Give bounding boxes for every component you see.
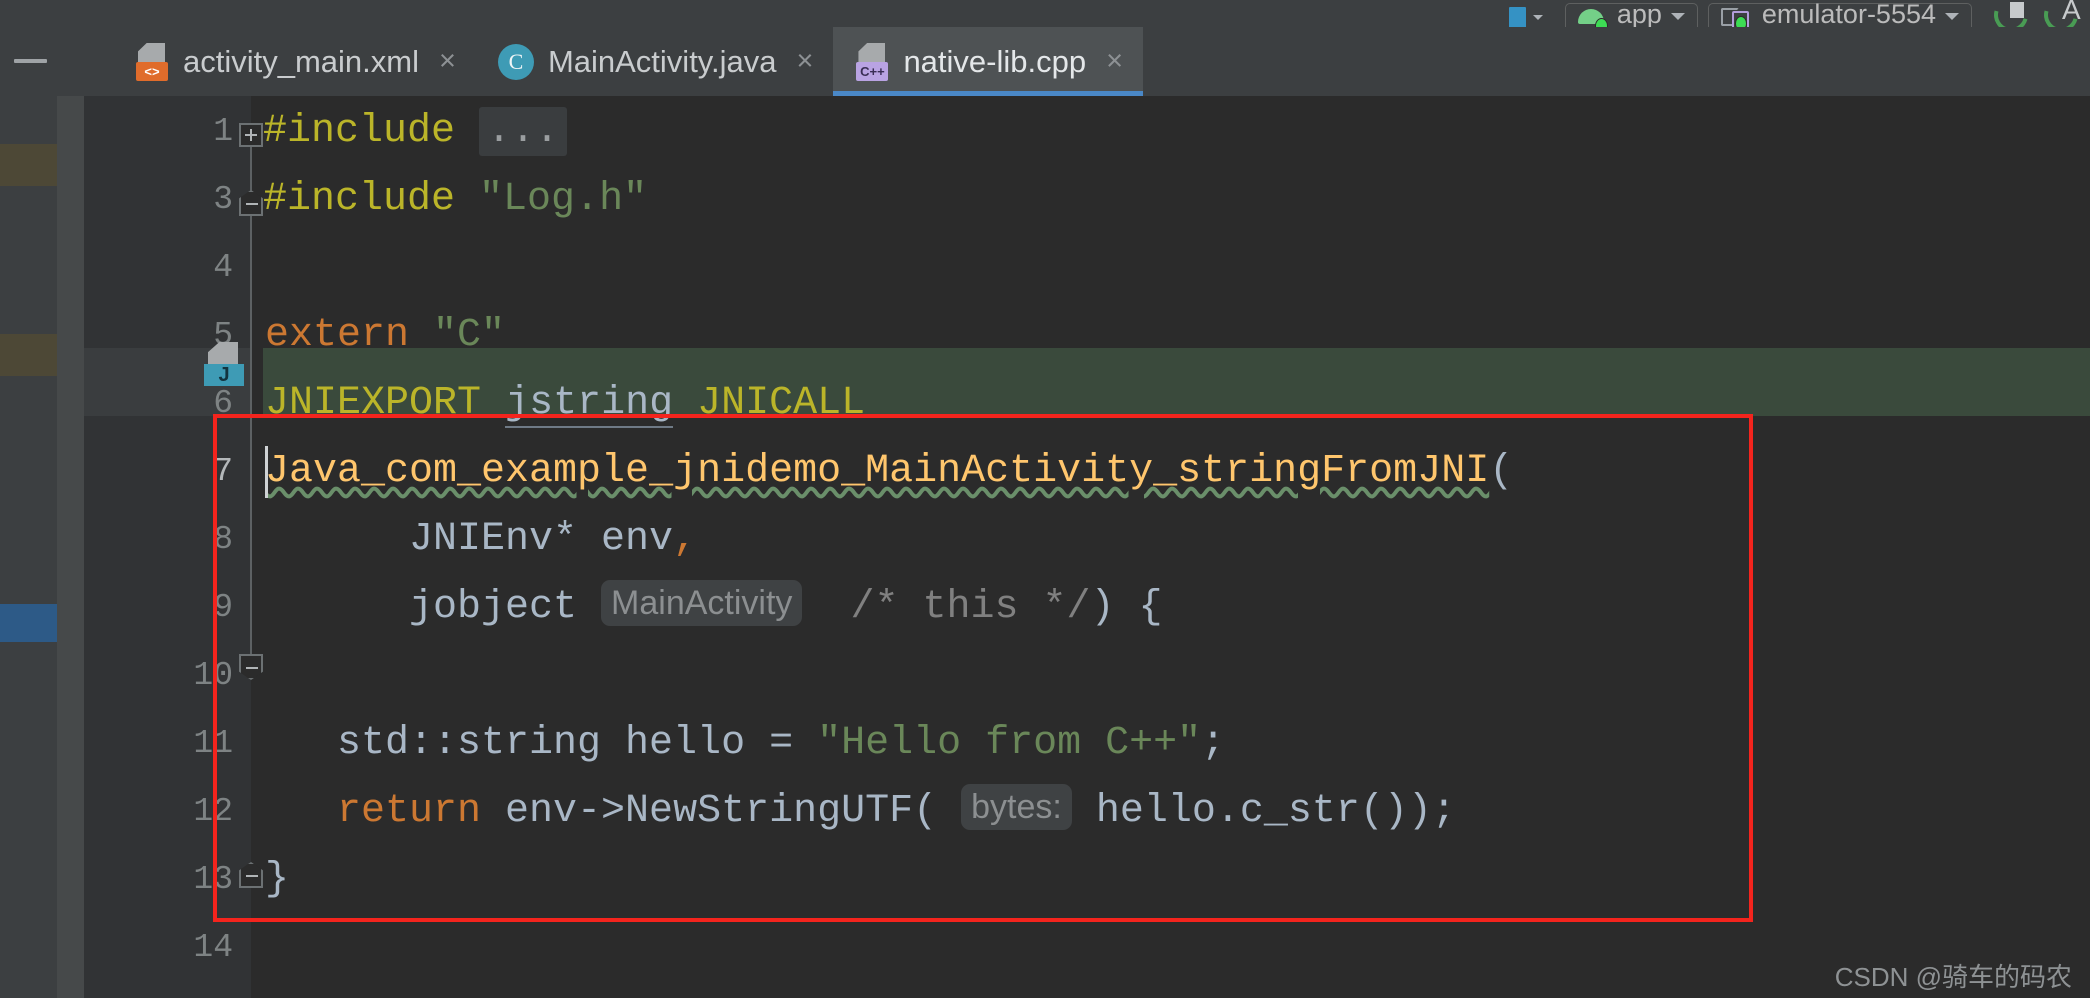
device-selector-label: emulator-5554 bbox=[1761, 0, 1936, 27]
device-icon bbox=[1720, 7, 1753, 27]
editor-scroll-strip[interactable] bbox=[57, 96, 84, 998]
code-line-5[interactable]: extern "C" bbox=[265, 302, 505, 370]
tab-activity-main-xml[interactable]: <> activity_main.xml × bbox=[113, 27, 476, 96]
tool-window-stripe-top bbox=[0, 27, 113, 96]
code-token-call-args: hello.c_str()); bbox=[1071, 789, 1456, 834]
close-icon[interactable]: × bbox=[439, 47, 456, 76]
code-token-function-name: Java_com_example_jnidemo_MainActivity_st… bbox=[265, 449, 1490, 494]
code-token-parameter: JNIEnv* env bbox=[409, 517, 674, 562]
tab-label: activity_main.xml bbox=[183, 44, 419, 79]
fold-collapse-icon-top[interactable] bbox=[239, 190, 263, 216]
code-token-punctuation: ; bbox=[1201, 721, 1226, 766]
code-token-declaration: std::string hello = bbox=[337, 721, 818, 766]
line-number: 3 bbox=[213, 181, 233, 218]
line-number-current: 7 bbox=[213, 453, 233, 490]
code-line-13[interactable]: } bbox=[265, 846, 289, 914]
code-editor[interactable]: 1 3 4 5 6 7 8 9 10 11 12 13 14 J #includ… bbox=[0, 96, 2090, 998]
line-number: 10 bbox=[193, 657, 233, 694]
text-caret bbox=[265, 446, 268, 498]
line-number: 11 bbox=[193, 725, 233, 762]
code-line-3[interactable]: #include "Log.h" bbox=[263, 166, 647, 234]
line-number: 9 bbox=[213, 589, 233, 626]
xml-file-icon: <> bbox=[135, 42, 169, 81]
code-canvas[interactable]: #include ... #include "Log.h" extern "C"… bbox=[263, 96, 2090, 998]
code-token-macro: JNICALL bbox=[697, 381, 866, 426]
tool-window-stripe-left bbox=[0, 96, 57, 998]
tab-label: native-lib.cpp bbox=[903, 44, 1087, 79]
line-number: 1 bbox=[213, 113, 233, 150]
chevron-down-icon bbox=[1532, 15, 1543, 20]
inlay-hint-parameter[interactable]: bytes: bbox=[961, 784, 1072, 830]
build-variant-icon-button[interactable] bbox=[1497, 0, 1555, 27]
line-number-gutter[interactable]: 1 3 4 5 6 7 8 9 10 11 12 13 14 J bbox=[84, 96, 251, 998]
main-toolbar: app emulator-5554 A bbox=[0, 0, 2090, 27]
chevron-down-icon bbox=[1945, 12, 1959, 20]
close-icon[interactable]: × bbox=[797, 47, 814, 76]
java-file-icon: C bbox=[497, 43, 534, 80]
code-line-9[interactable]: jobject MainActivity /* this */) { bbox=[409, 574, 1163, 642]
code-token-punctuation: , bbox=[673, 517, 698, 562]
change-marker bbox=[0, 604, 57, 642]
line-number: 4 bbox=[213, 249, 233, 286]
fold-line bbox=[250, 216, 252, 656]
line-number: 12 bbox=[193, 793, 233, 830]
line-number: 8 bbox=[213, 521, 233, 558]
change-marker bbox=[0, 144, 57, 186]
module-selector[interactable]: app bbox=[1564, 0, 1698, 27]
cpp-file-icon: C++ bbox=[855, 42, 889, 81]
tab-native-lib-cpp[interactable]: C++ native-lib.cpp × bbox=[833, 27, 1144, 96]
code-token-comment: /* this */ bbox=[850, 585, 1091, 630]
code-line-8[interactable]: JNIEnv* env, bbox=[409, 506, 697, 574]
collapse-icon[interactable] bbox=[14, 59, 47, 63]
fold-collapse-icon-bottom[interactable] bbox=[239, 862, 263, 888]
tab-main-activity-java[interactable]: C MainActivity.java × bbox=[475, 27, 834, 96]
code-token-type: jstring bbox=[505, 381, 674, 428]
chevron-down-icon bbox=[1670, 12, 1685, 20]
fold-collapse-icon-region[interactable] bbox=[239, 654, 263, 680]
code-line-11[interactable]: std::string hello = "Hello from C++"; bbox=[337, 710, 1225, 778]
inlay-hint-parameter[interactable]: MainActivity bbox=[601, 580, 803, 626]
code-token-preprocessor: #include bbox=[263, 109, 456, 154]
code-line-12[interactable]: return env->NewStringUTF( bytes: hello.c… bbox=[337, 778, 1456, 846]
module-selector-label: app bbox=[1616, 0, 1662, 27]
code-token-string: "Hello from C++" bbox=[817, 721, 1202, 766]
code-token-punctuation: ) { bbox=[1090, 585, 1163, 630]
device-selector[interactable]: emulator-5554 bbox=[1707, 0, 1972, 27]
code-token-macro: JNIEXPORT bbox=[265, 381, 482, 426]
folded-placeholder[interactable]: ... bbox=[479, 107, 568, 156]
fold-expand-icon[interactable] bbox=[239, 123, 263, 147]
code-token-keyword: extern bbox=[265, 313, 410, 358]
code-token-preprocessor: #include bbox=[263, 177, 456, 222]
tab-label: MainActivity.java bbox=[547, 44, 777, 79]
code-token-string: "Log.h" bbox=[479, 177, 648, 222]
change-marker bbox=[0, 334, 57, 376]
android-studio-window: app emulator-5554 A <> activity_main.xml… bbox=[0, 0, 2090, 998]
android-icon bbox=[1577, 7, 1608, 27]
code-token-punctuation: ( bbox=[1489, 449, 1514, 494]
close-icon[interactable]: × bbox=[1106, 47, 1123, 76]
code-token-type: jobject bbox=[409, 585, 578, 630]
code-token-brace: } bbox=[265, 857, 290, 902]
code-token-string: "C" bbox=[433, 313, 506, 358]
watermark-text: CSDN @骑车的码农 bbox=[1834, 962, 2072, 992]
line-number: 6 bbox=[213, 385, 233, 422]
build-icon bbox=[1508, 7, 1526, 27]
line-number: 14 bbox=[193, 929, 233, 966]
code-line-7[interactable]: Java_com_example_jnidemo_MainActivity_st… bbox=[265, 438, 1513, 506]
debug-app-button[interactable]: A bbox=[2037, 0, 2085, 27]
code-line-6[interactable]: JNIEXPORT jstring JNICALL bbox=[265, 370, 865, 438]
code-line-1[interactable]: #include ... bbox=[263, 98, 568, 166]
editor-tab-bar: <> activity_main.xml × C MainActivity.ja… bbox=[0, 27, 2090, 96]
line-number: 13 bbox=[193, 861, 233, 898]
code-token-call: env->NewStringUTF( bbox=[481, 789, 938, 834]
code-token-keyword: return bbox=[337, 789, 482, 834]
code-folding-column[interactable] bbox=[237, 96, 263, 998]
run-app-button[interactable] bbox=[1987, 0, 2035, 27]
